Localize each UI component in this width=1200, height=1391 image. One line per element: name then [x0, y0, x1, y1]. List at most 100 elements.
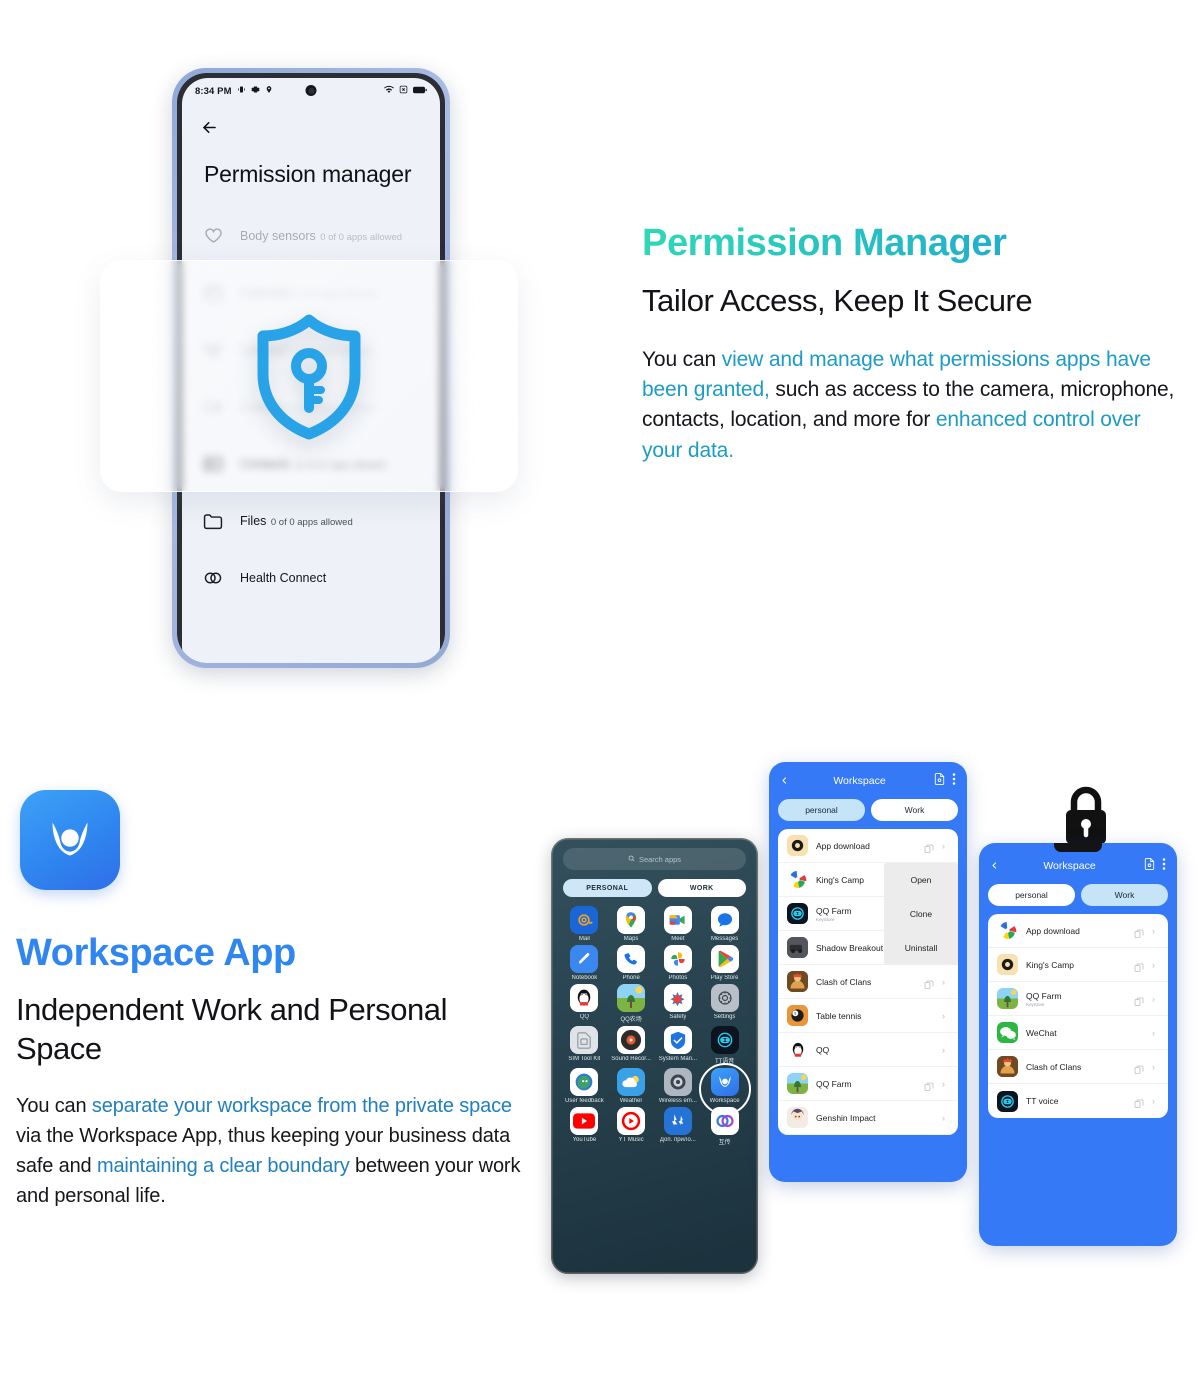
- search-input[interactable]: Search apps: [563, 848, 746, 870]
- battery-icon: [413, 86, 427, 97]
- context-menu-item-uninstall[interactable]: Uninstall: [884, 931, 958, 965]
- more-vertical-icon[interactable]: [1162, 857, 1166, 875]
- panel-tab-work[interactable]: Work: [1081, 884, 1168, 906]
- app-cell-meet[interactable]: Meet: [655, 906, 702, 942]
- status-bar-time: 8:34 PM: [195, 85, 232, 97]
- list-item[interactable]: QQ ›: [778, 1033, 958, 1067]
- heart-icon: [202, 225, 224, 247]
- wireless-emergency-icon: [663, 1068, 692, 1096]
- app-grid: Mail Maps Meet Messages Notebook Phone P…: [557, 906, 752, 1146]
- app-cell-safety[interactable]: Safety: [655, 984, 702, 1023]
- permission-row-files[interactable]: Files 0 of 0 apps allowed: [182, 492, 440, 549]
- app-cell-wireless-emergency[interactable]: Wireless em...: [655, 1068, 702, 1104]
- list-item[interactable]: Clash of Clans ›: [778, 965, 958, 999]
- permission-row-body-sensors[interactable]: Body sensors 0 of 0 apps allowed: [182, 207, 440, 264]
- app-cell-mi-share[interactable]: 互传: [701, 1107, 748, 1146]
- app-label: 互传: [718, 1140, 731, 1146]
- clone-icon: [1134, 1062, 1144, 1074]
- app-label: Wireless em...: [658, 1098, 697, 1104]
- chevron-right-icon: ›: [942, 1010, 945, 1021]
- app-cell-weather[interactable]: Weather: [608, 1068, 655, 1104]
- app-name: App download: [1026, 925, 1080, 936]
- list-item[interactable]: 8 Table tennis ›: [778, 999, 958, 1033]
- location-pin-icon: [265, 85, 273, 97]
- section-body: You can view and manage what permissions…: [642, 345, 1182, 466]
- permission-name: Files: [240, 513, 267, 528]
- file-transfer-icon[interactable]: [1144, 857, 1155, 875]
- back-button[interactable]: [182, 104, 440, 137]
- app-label: Photos: [668, 975, 688, 981]
- app-label: Workspace: [709, 1098, 740, 1104]
- app-cell-mail[interactable]: Mail: [561, 906, 608, 942]
- app-name: Clash of Clans: [1026, 1061, 1082, 1072]
- permission-text: Health Connect: [240, 569, 326, 587]
- panel-tab-personal[interactable]: personal: [778, 799, 865, 821]
- app-cell-user-feedback[interactable]: User feedback: [561, 1068, 608, 1104]
- app-cell-play-store[interactable]: Play Store: [701, 945, 748, 981]
- app-cell-yt-music[interactable]: YT Music: [608, 1107, 655, 1146]
- permission-sub: 0 of 0 apps allowed: [270, 516, 353, 528]
- extra-apps-icon: [663, 1107, 692, 1135]
- drawer-tab-personal[interactable]: PERSONAL: [563, 879, 652, 897]
- vibrate-icon: [237, 85, 246, 97]
- list-item[interactable]: King's Camp ›: [988, 948, 1168, 982]
- more-vertical-icon[interactable]: [952, 772, 956, 790]
- chevron-left-icon[interactable]: [780, 772, 789, 790]
- permission-text: Files 0 of 0 apps allowed: [240, 512, 353, 530]
- context-menu-item-open[interactable]: Open: [884, 863, 958, 897]
- app-cell-qq[interactable]: QQ: [561, 984, 608, 1023]
- workspace-panel-personal: Workspace personal Work App download › K…: [769, 762, 967, 1182]
- panel-app-list: App download › King's Camp › QQ Farm Key…: [988, 914, 1168, 1118]
- list-item[interactable]: Clash of Clans ›: [988, 1050, 1168, 1084]
- maps-icon: [617, 906, 646, 934]
- body-part-2-highlight: separate your workspace from the private…: [91, 1095, 512, 1118]
- list-item[interactable]: App download ›: [778, 829, 958, 863]
- app-label: YT Music: [618, 1137, 644, 1143]
- genshin-icon: [787, 1107, 808, 1128]
- app-cell-tt-voice[interactable]: TT语音: [701, 1026, 748, 1065]
- page-title: Permission manager: [204, 161, 412, 187]
- permission-manager-copy: Permission Manager Tailor Access, Keep I…: [642, 222, 1182, 466]
- app-label: Mail: [578, 936, 590, 942]
- app-cell-settings[interactable]: Settings: [701, 984, 748, 1023]
- clone-icon: [1134, 960, 1144, 972]
- section-title: Permission Manager: [642, 222, 1182, 266]
- app-cell-phone[interactable]: Phone: [608, 945, 655, 981]
- photos-icon: [663, 945, 692, 973]
- drawer-tab-work[interactable]: WORK: [657, 879, 746, 897]
- mail-icon: [570, 906, 599, 934]
- list-item[interactable]: Genshin Impact ›: [778, 1101, 958, 1135]
- list-item[interactable]: App download ›: [988, 914, 1168, 948]
- app-cell-system-manager[interactable]: System Man...: [655, 1026, 702, 1065]
- app-label: Доп. прило...: [659, 1137, 696, 1143]
- app-name: QQ: [816, 1044, 830, 1055]
- chevron-left-icon[interactable]: [990, 857, 999, 875]
- clone-icon: [924, 977, 934, 989]
- clone-icon: [1134, 994, 1144, 1006]
- list-item[interactable]: WeChat ›: [988, 1016, 1168, 1050]
- app-cell-youtube[interactable]: YouTube: [561, 1107, 608, 1146]
- file-transfer-icon[interactable]: [934, 772, 945, 790]
- panel-tab-personal[interactable]: personal: [988, 884, 1075, 906]
- app-cell-sim-tool-kit[interactable]: SIM Tool Kit: [561, 1026, 608, 1065]
- phone-icon: [617, 945, 646, 973]
- app-cell-photos[interactable]: Photos: [655, 945, 702, 981]
- chevron-right-icon: ›: [942, 840, 945, 851]
- permission-row-health-connect[interactable]: Health Connect: [182, 549, 440, 606]
- notebook-icon: [570, 945, 599, 973]
- workspace-app-copy: Workspace App Independent Work and Perso…: [16, 932, 526, 1211]
- list-item[interactable]: QQ Farm KeyStore ›: [988, 982, 1168, 1016]
- list-item[interactable]: QQ Farm ›: [778, 1067, 958, 1101]
- panel-tab-work[interactable]: Work: [871, 799, 958, 821]
- app-cell-qq-farm[interactable]: QQ农场: [608, 984, 655, 1023]
- user-feedback-icon: [570, 1068, 599, 1096]
- app-cell-workspace[interactable]: Workspace: [698, 1063, 751, 1115]
- app-cell-sound-recorder[interactable]: Sound Recor...: [608, 1026, 655, 1065]
- app-cell-messages[interactable]: Messages: [701, 906, 748, 942]
- app-cell-extra-apps[interactable]: Доп. прило...: [655, 1107, 702, 1146]
- app-cell-notebook[interactable]: Notebook: [561, 945, 608, 981]
- app-cell-maps[interactable]: Maps: [608, 906, 655, 942]
- app-label: Settings: [713, 1014, 736, 1020]
- list-item[interactable]: TT voice ›: [988, 1084, 1168, 1118]
- context-menu-item-clone[interactable]: Clone: [884, 897, 958, 931]
